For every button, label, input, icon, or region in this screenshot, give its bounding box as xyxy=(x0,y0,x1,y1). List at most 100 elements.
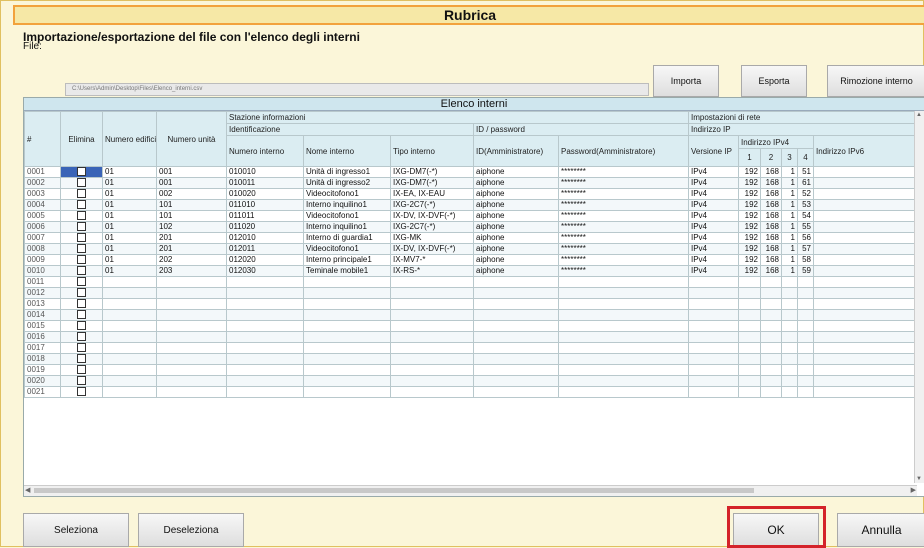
cell-unit-no[interactable] xyxy=(157,310,227,321)
cell-unit-no[interactable] xyxy=(157,332,227,343)
table-row[interactable]: 000101001010010Unità di ingresso1IXG-DM7… xyxy=(25,167,924,178)
cell-ipv4-octet-4[interactable]: 55 xyxy=(798,222,814,233)
table-row[interactable]: 0015 xyxy=(25,321,924,332)
delete-checkbox[interactable] xyxy=(77,332,86,341)
cell-ipv4-octet-3[interactable] xyxy=(782,310,798,321)
cell-ipv4-octet-2[interactable]: 168 xyxy=(761,211,782,222)
delete-checkbox[interactable] xyxy=(77,200,86,209)
cell-extension-name[interactable] xyxy=(304,277,391,288)
cell-ipv4-octet-3[interactable] xyxy=(782,332,798,343)
cell-ipv4-octet-2[interactable]: 168 xyxy=(761,189,782,200)
cell-ipv4-octet-2[interactable]: 168 xyxy=(761,233,782,244)
cell-extension-no[interactable] xyxy=(227,277,304,288)
cell-ipv4-octet-4[interactable]: 51 xyxy=(798,167,814,178)
cell-extension-no[interactable]: 011010 xyxy=(227,200,304,211)
cell-ipv6[interactable] xyxy=(814,387,924,398)
cell-ipv4-octet-1[interactable]: 192 xyxy=(739,233,761,244)
cell-ipv6[interactable] xyxy=(814,332,924,343)
cell-building-no[interactable]: 01 xyxy=(103,244,157,255)
cell-ipv4-octet-2[interactable]: 168 xyxy=(761,255,782,266)
cell-admin-id[interactable] xyxy=(474,365,559,376)
cell-admin-password[interactable]: ******** xyxy=(559,244,689,255)
cell-unit-no[interactable] xyxy=(157,376,227,387)
cell-ipv4-octet-3[interactable]: 1 xyxy=(782,189,798,200)
cell-admin-password[interactable]: ******** xyxy=(559,233,689,244)
delete-checkbox[interactable] xyxy=(77,376,86,385)
cell-unit-no[interactable] xyxy=(157,288,227,299)
cell-ipv4-octet-4[interactable]: 53 xyxy=(798,200,814,211)
cell-ipv4-octet-4[interactable] xyxy=(798,277,814,288)
cell-ipv6[interactable] xyxy=(814,376,924,387)
cell-ipv6[interactable] xyxy=(814,233,924,244)
cell-ipv6[interactable] xyxy=(814,365,924,376)
cell-ipv6[interactable] xyxy=(814,222,924,233)
table-row[interactable]: 0012 xyxy=(25,288,924,299)
cell-extension-no[interactable]: 010010 xyxy=(227,167,304,178)
cell-ipv4-octet-1[interactable] xyxy=(739,299,761,310)
cell-building-no[interactable]: 01 xyxy=(103,255,157,266)
cell-admin-id[interactable] xyxy=(474,321,559,332)
ok-button[interactable]: OK xyxy=(733,513,819,547)
cell-admin-password[interactable]: ******** xyxy=(559,178,689,189)
cell-ipv4-octet-2[interactable]: 168 xyxy=(761,167,782,178)
cell-ipv4-octet-1[interactable]: 192 xyxy=(739,244,761,255)
cell-extension-no[interactable] xyxy=(227,321,304,332)
cell-ipv4-octet-2[interactable]: 168 xyxy=(761,244,782,255)
cell-admin-password[interactable]: ******** xyxy=(559,211,689,222)
cell-admin-id[interactable]: aiphone xyxy=(474,255,559,266)
cell-extension-name[interactable]: Videocitofono1 xyxy=(304,189,391,200)
cell-ip-version[interactable]: IPv4 xyxy=(689,189,739,200)
cell-ipv4-octet-1[interactable]: 192 xyxy=(739,167,761,178)
delete-checkbox[interactable] xyxy=(77,365,86,374)
cell-unit-no[interactable] xyxy=(157,354,227,365)
cell-ipv4-octet-3[interactable] xyxy=(782,288,798,299)
delete-checkbox[interactable] xyxy=(77,310,86,319)
vertical-scrollbar[interactable]: ▲ ▼ xyxy=(914,111,924,483)
cell-admin-id[interactable]: aiphone xyxy=(474,244,559,255)
cell-extension-name[interactable]: Unità di ingresso1 xyxy=(304,167,391,178)
cell-building-no[interactable] xyxy=(103,288,157,299)
delete-checkbox[interactable] xyxy=(77,178,86,187)
cell-extension-type[interactable]: IXG-MK xyxy=(391,233,474,244)
cell-extension-no[interactable]: 012011 xyxy=(227,244,304,255)
table-row[interactable]: 0021 xyxy=(25,387,924,398)
cell-extension-no[interactable] xyxy=(227,288,304,299)
cell-ipv4-octet-2[interactable]: 168 xyxy=(761,266,782,277)
delete-checkbox[interactable] xyxy=(77,299,86,308)
cell-unit-no[interactable]: 203 xyxy=(157,266,227,277)
cell-ipv4-octet-2[interactable] xyxy=(761,310,782,321)
cell-unit-no[interactable]: 002 xyxy=(157,189,227,200)
cell-building-no[interactable] xyxy=(103,343,157,354)
cell-extension-no[interactable]: 012010 xyxy=(227,233,304,244)
cell-extension-name[interactable]: Unità di ingresso2 xyxy=(304,178,391,189)
cell-extension-type[interactable]: IX-MV7-* xyxy=(391,255,474,266)
cell-unit-no[interactable] xyxy=(157,343,227,354)
cell-extension-no[interactable] xyxy=(227,365,304,376)
cell-unit-no[interactable]: 202 xyxy=(157,255,227,266)
cell-extension-no[interactable] xyxy=(227,343,304,354)
cell-ip-version[interactable]: IPv4 xyxy=(689,255,739,266)
cell-extension-type[interactable]: IX-EA, IX-EAU xyxy=(391,189,474,200)
cell-extension-type[interactable]: IXG-DM7(-*) xyxy=(391,178,474,189)
cell-unit-no[interactable]: 201 xyxy=(157,233,227,244)
cell-ipv6[interactable] xyxy=(814,354,924,365)
cell-ip-version[interactable] xyxy=(689,332,739,343)
cell-building-no[interactable] xyxy=(103,299,157,310)
cancel-button[interactable]: Annulla xyxy=(837,513,924,547)
cell-ip-version[interactable]: IPv4 xyxy=(689,167,739,178)
cell-extension-no[interactable] xyxy=(227,387,304,398)
cell-extension-no[interactable]: 010020 xyxy=(227,189,304,200)
cell-admin-password[interactable]: ******** xyxy=(559,167,689,178)
cell-ipv4-octet-4[interactable] xyxy=(798,310,814,321)
table-row[interactable]: 0018 xyxy=(25,354,924,365)
cell-ipv4-octet-2[interactable] xyxy=(761,354,782,365)
table-row[interactable]: 0020 xyxy=(25,376,924,387)
cell-extension-no[interactable]: 012020 xyxy=(227,255,304,266)
cell-ipv4-octet-1[interactable] xyxy=(739,365,761,376)
cell-ipv4-octet-3[interactable]: 1 xyxy=(782,211,798,222)
cell-ipv4-octet-3[interactable]: 1 xyxy=(782,244,798,255)
cell-ipv4-octet-3[interactable]: 1 xyxy=(782,200,798,211)
cell-extension-type[interactable] xyxy=(391,310,474,321)
cell-ipv4-octet-1[interactable]: 192 xyxy=(739,266,761,277)
cell-admin-password[interactable]: ******** xyxy=(559,266,689,277)
